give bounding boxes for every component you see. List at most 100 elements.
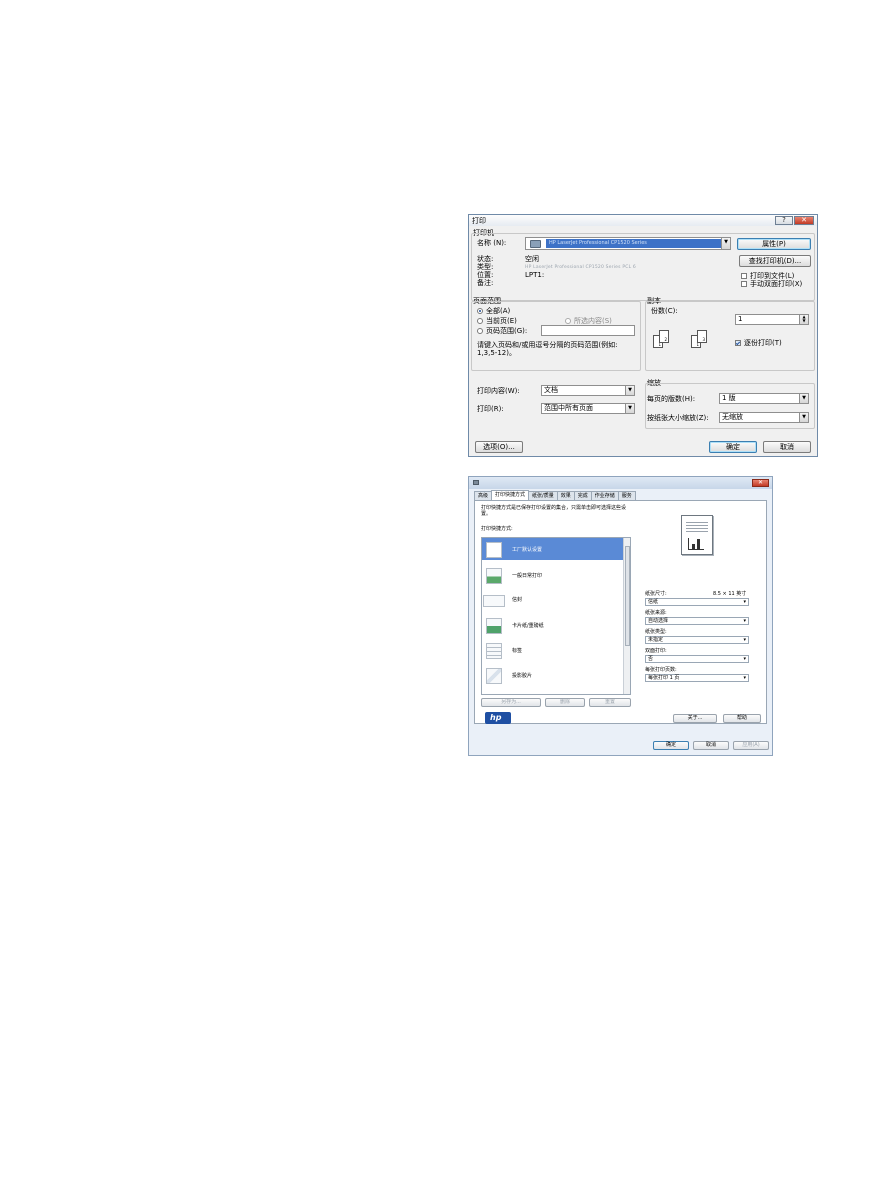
document-icon <box>486 568 502 584</box>
help-button[interactable]: 帮助 <box>723 714 761 723</box>
ok-button[interactable]: 确定 <box>653 741 689 750</box>
manual-duplex-label: 手动双面打印(X) <box>750 280 803 288</box>
tab-paper-quality[interactable]: 纸张/质量 <box>528 491 558 500</box>
printer-icon <box>473 480 479 485</box>
all-radio[interactable] <box>477 308 483 314</box>
status-label: 状态: <box>477 255 494 263</box>
chevron-down-icon: ▼ <box>799 394 808 403</box>
chevron-down-icon: ▼ <box>721 238 730 249</box>
scale-select[interactable]: 无缩放 ▼ <box>719 412 809 423</box>
description-text: 打印快捷方式是已保存打印设置的集合，只需单击即可选择这些设置。 <box>481 505 627 517</box>
chevron-down-icon: ▼ <box>625 386 634 395</box>
ok-button[interactable]: 确定 <box>709 441 757 453</box>
copies-input[interactable]: 1 ▲ ▼ <box>735 314 809 325</box>
tab-effects[interactable]: 效果 <box>556 491 575 500</box>
paper-size-select[interactable]: 信纸 <box>645 598 749 606</box>
save-as-button[interactable]: 另存为... <box>481 698 541 707</box>
comment-label: 备注: <box>477 279 494 287</box>
list-item[interactable]: 信封 <box>482 588 624 610</box>
shortcuts-list[interactable]: 工厂默认设置 一般日常打印 信封 卡片纸/重磅纸 标签 投影胶片 <box>481 537 631 695</box>
printing-preferences-dialog: ✕ 高级 打印快捷方式 纸张/质量 效果 完成 作业存储 服务 打印快捷方式是已… <box>468 476 773 756</box>
spinner-icon[interactable]: ▲ ▼ <box>799 315 808 324</box>
pages-per-sheet-label: 每张打印页数: <box>645 667 677 673</box>
close-button[interactable]: ✕ <box>794 216 814 225</box>
tab-services[interactable]: 服务 <box>617 491 636 500</box>
cancel-button[interactable]: 取消 <box>693 741 729 750</box>
tab-advanced[interactable]: 高级 <box>474 491 493 500</box>
name-label: 名称 (N): <box>477 239 507 247</box>
printer-icon <box>530 240 541 248</box>
close-button[interactable]: ✕ <box>752 479 769 487</box>
duplex-label: 双面打印: <box>645 648 667 654</box>
current-page-label: 当前页(E) <box>486 317 517 325</box>
tab-strip: 高级 打印快捷方式 纸张/质量 效果 完成 作业存储 服务 <box>474 490 636 500</box>
shortcuts-heading: 打印快捷方式: <box>481 526 513 532</box>
scroll-thumb[interactable] <box>625 546 630 646</box>
paper-type-select[interactable]: 未指定 <box>645 636 749 644</box>
options-button[interactable]: 选项(O)... <box>475 441 523 453</box>
print-label: 打印(R): <box>477 405 504 413</box>
list-item[interactable]: 标签 <box>482 639 624 661</box>
paper-size-label: 纸张尺寸: <box>645 591 667 597</box>
list-item[interactable]: 工厂默认设置 <box>482 538 624 560</box>
tab-panel: 打印快捷方式是已保存打印设置的集合，只需单击即可选择这些设置。 打印快捷方式: … <box>474 500 767 724</box>
paper-type-label: 纸张类型: <box>645 629 667 635</box>
print-to-file-label: 打印到文件(L) <box>750 272 795 280</box>
list-item[interactable]: 卡片纸/重磅纸 <box>482 614 624 636</box>
scale-label: 按纸张大小缩放(Z): <box>647 414 709 422</box>
pages-per-sheet-select[interactable]: 每张打印 1 页 <box>645 674 749 682</box>
printer-select[interactable]: HP LaserJet Professional CP1520 Series ▼ <box>525 237 731 250</box>
manual-duplex-checkbox[interactable] <box>741 281 747 287</box>
title-bar: 打印 ? ✕ <box>469 215 817 226</box>
scrollbar[interactable] <box>623 538 630 694</box>
cancel-button[interactable]: 取消 <box>763 441 811 453</box>
printer-name: HP LaserJet Professional CP1520 Series <box>546 239 722 248</box>
print-to-file-checkbox[interactable] <box>741 273 747 279</box>
pages-radio[interactable] <box>477 328 483 334</box>
print-range-select[interactable]: 范围中所有页面 ▼ <box>541 403 635 414</box>
chevron-down-icon: ▼ <box>625 404 634 413</box>
paper-size-dimensions: 8.5 × 11 英寸 <box>713 591 747 597</box>
reset-button[interactable]: 重置 <box>589 698 631 707</box>
tab-printing-shortcuts[interactable]: 打印快捷方式 <box>491 490 530 500</box>
collate-page-icon: 3 <box>697 330 707 343</box>
paper-source-select[interactable]: 自动选择 <box>645 617 749 625</box>
delete-button[interactable]: 删除 <box>545 698 585 707</box>
paper-source-label: 纸张来源: <box>645 610 667 616</box>
list-item[interactable]: 投影胶片 <box>482 664 624 686</box>
find-printer-button[interactable]: 查找打印机(D)... <box>739 255 811 267</box>
cardstock-icon <box>486 618 502 634</box>
apply-button[interactable]: 应用(A) <box>733 741 769 750</box>
collate-page-icon: 2 <box>659 330 669 343</box>
tab-finishing[interactable]: 完成 <box>573 491 592 500</box>
labels-icon <box>486 643 502 659</box>
type-label: 类型: <box>477 263 494 271</box>
hp-logo: hp <box>485 712 511 724</box>
selection-radio[interactable] <box>565 318 571 324</box>
properties-button[interactable]: 属性(P) <box>737 238 811 250</box>
print-what-select[interactable]: 文档 ▼ <box>541 385 635 396</box>
status-value: 空闲 <box>525 255 539 263</box>
location-label: 位置: <box>477 271 494 279</box>
print-dialog: 打印 ? ✕ 打印机 名称 (N): HP LaserJet Professio… <box>468 214 818 457</box>
blank-page-icon <box>486 542 502 558</box>
title-bar: ✕ <box>469 477 772 489</box>
copies-label: 份数(C): <box>651 307 678 315</box>
duplex-select[interactable]: 否 <box>645 655 749 663</box>
copies-value: 1 <box>738 315 743 323</box>
dialog-title: 打印 <box>472 217 486 225</box>
pages-per-sheet-select[interactable]: 1 版 ▼ <box>719 393 809 404</box>
pages-hint: 请键入页码和/或用逗号分隔的页码范围(例如: 1,3,5-12)。 <box>477 341 618 357</box>
chevron-down-icon: ▼ <box>799 413 808 422</box>
pages-per-sheet-label: 每页的版数(H): <box>647 395 696 403</box>
collate-checkbox[interactable] <box>735 340 741 346</box>
tab-job-storage[interactable]: 作业存储 <box>590 491 619 500</box>
pages-label: 页码范围(G): <box>486 327 528 335</box>
list-item[interactable]: 一般日常打印 <box>482 564 624 586</box>
about-button[interactable]: 关于... <box>673 714 717 723</box>
pages-input[interactable] <box>541 325 635 336</box>
selection-label: 所选内容(S) <box>574 317 612 325</box>
help-button[interactable]: ? <box>775 216 793 225</box>
envelope-icon <box>483 595 505 607</box>
current-page-radio[interactable] <box>477 318 483 324</box>
